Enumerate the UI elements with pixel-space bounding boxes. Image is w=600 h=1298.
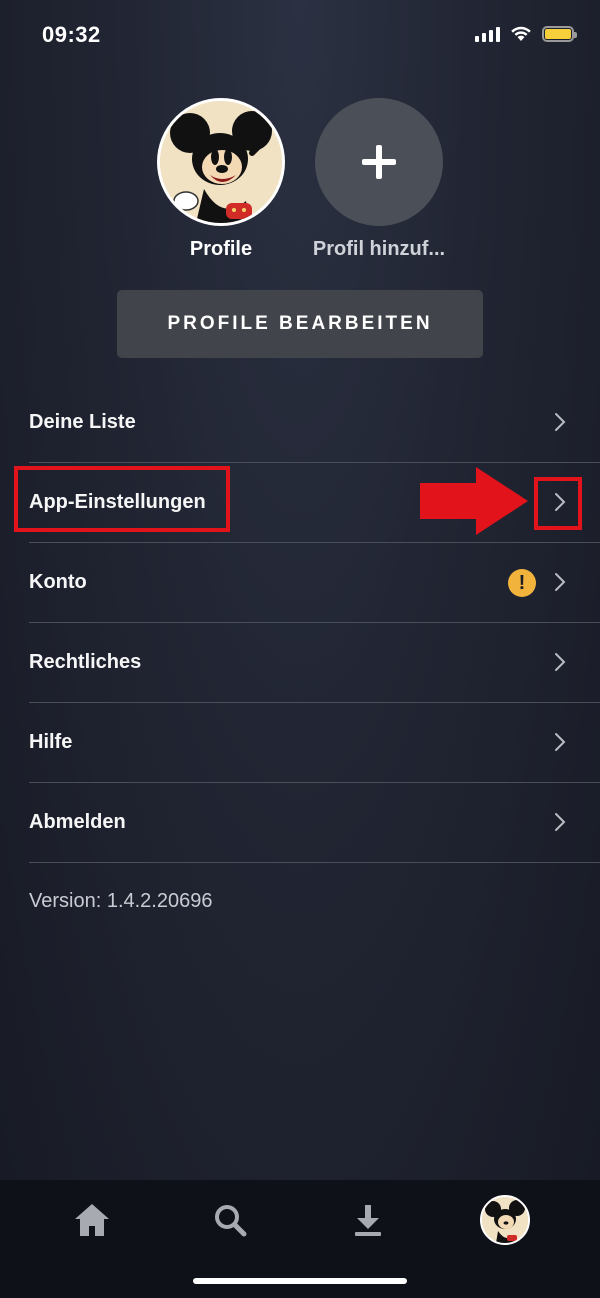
battery-icon: [542, 26, 577, 42]
wifi-icon: [511, 26, 531, 41]
menu-item-label: Hilfe: [29, 731, 73, 753]
add-profile-label: Profil hinzuf...: [312, 238, 446, 260]
profile-name: Profile: [189, 238, 253, 260]
plus-icon: [362, 145, 396, 179]
version-text: Version: 1.4.2.20696: [29, 890, 213, 912]
tab-search[interactable]: [204, 1194, 256, 1246]
add-profile[interactable]: Profil hinzuf...: [299, 98, 459, 261]
menu-item-hilfe[interactable]: Hilfe: [29, 703, 600, 783]
search-icon: [215, 1205, 247, 1237]
tab-profile[interactable]: [479, 1194, 531, 1246]
status-bar: 09:32: [0, 0, 600, 72]
menu-item-label: Deine Liste: [29, 411, 136, 433]
chevron-right-icon: [555, 813, 566, 831]
warning-icon: !: [508, 569, 536, 597]
tab-home[interactable]: [66, 1194, 118, 1246]
download-icon: [355, 1205, 381, 1236]
chevron-right-icon: [555, 653, 566, 671]
profile-current[interactable]: Profile: [141, 98, 301, 261]
menu-item-abmelden[interactable]: Abmelden: [29, 783, 600, 863]
tab-downloads[interactable]: [342, 1194, 394, 1246]
menu-item-rechtliches[interactable]: Rechtliches: [29, 623, 600, 703]
menu-item-konto[interactable]: Konto !: [29, 543, 600, 623]
home-icon: [75, 1204, 109, 1236]
cellular-signal-icon: [475, 26, 500, 42]
menu-item-label: Rechtliches: [29, 651, 142, 673]
profile-avatar-icon[interactable]: [480, 1195, 530, 1245]
edit-profiles-button[interactable]: PROFILE BEARBEITEN: [117, 290, 483, 358]
annotation-arrow-icon: [420, 467, 528, 535]
menu-item-label: Abmelden: [29, 811, 126, 833]
menu-item-label: Konto: [29, 571, 87, 593]
home-indicator: [193, 1278, 407, 1284]
add-profile-button[interactable]: [315, 98, 443, 226]
chevron-right-icon: [555, 413, 566, 431]
chevron-right-icon: [555, 573, 566, 591]
annotation-highlight-box: [534, 477, 582, 530]
chevron-right-icon: [555, 733, 566, 751]
annotation-highlight-box: [14, 466, 230, 532]
mickey-avatar-icon[interactable]: [157, 98, 285, 226]
status-time: 09:32: [42, 22, 101, 47]
menu-item-deine-liste[interactable]: Deine Liste: [29, 383, 600, 463]
settings-menu: Deine Liste App-Einstellungen Konto ! Re…: [0, 383, 600, 863]
status-icons: [475, 26, 577, 42]
